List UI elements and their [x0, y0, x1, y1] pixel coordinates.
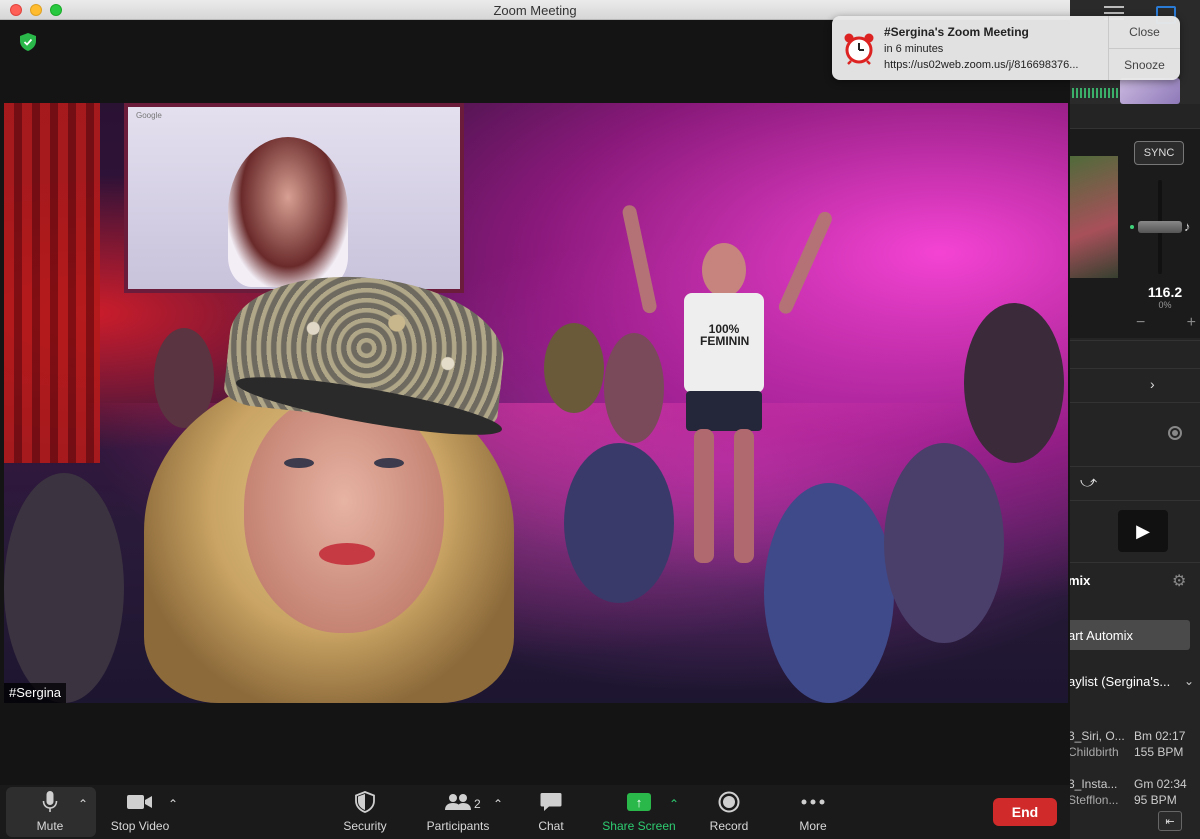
divider	[1068, 402, 1200, 403]
share-screen-label: Share Screen	[602, 819, 676, 833]
notification-snooze-button[interactable]: Snooze	[1109, 48, 1180, 80]
playlist-selector[interactable]: aylist (Sergina's...	[1068, 674, 1170, 689]
divider	[1068, 562, 1200, 563]
background-dj-app: SYNC ♪ 116.2 0% − + › ⤻ ▶ mix ⚙ art Auto…	[1068, 0, 1200, 839]
divider	[1068, 500, 1200, 501]
waveform	[1068, 88, 1128, 98]
crowd-person	[4, 473, 124, 703]
pitch-fader-knob[interactable]	[1138, 221, 1182, 233]
status-dot-icon	[1130, 225, 1134, 229]
music-note-icon[interactable]: ♪	[1184, 219, 1191, 234]
notification-close-button[interactable]: Close	[1109, 16, 1180, 48]
chevron-right-icon[interactable]: ›	[1150, 376, 1155, 392]
gear-icon[interactable]: ⚙	[1172, 571, 1186, 591]
encryption-shield-icon[interactable]	[20, 33, 36, 51]
more-button[interactable]: More	[790, 785, 836, 839]
security-button[interactable]: Security	[335, 785, 395, 839]
track-bpm: 155 BPM	[1134, 745, 1184, 759]
more-dots-icon	[801, 799, 825, 805]
stop-video-button[interactable]: Stop Video	[102, 785, 178, 839]
chat-label: Chat	[538, 819, 564, 833]
participants-label: Participants	[426, 819, 490, 833]
shirt-text: 100% FEMININ	[700, 322, 750, 348]
share-screen-button[interactable]: ↑ Share Screen	[598, 785, 680, 839]
track-key-duration: Gm 02:34	[1134, 777, 1187, 791]
record-button[interactable]: Record	[704, 785, 754, 839]
notification-actions: Close Snooze	[1108, 16, 1180, 80]
microphone-icon	[42, 791, 58, 812]
audio-options-caret-icon[interactable]: ⌃	[78, 797, 88, 811]
alarm-clock-icon	[844, 33, 874, 65]
participant-name-label: #Sergina	[4, 683, 67, 703]
more-label: More	[799, 819, 827, 833]
share-screen-arrow-icon: ↑	[627, 793, 651, 811]
participant-video	[134, 264, 604, 703]
chat-bubble-icon	[540, 793, 562, 811]
sync-button[interactable]: SYNC	[1134, 141, 1184, 165]
track-title: 3_Siri, O...	[1068, 729, 1125, 743]
projection-screen: Google	[124, 103, 464, 293]
participants-icon	[445, 794, 471, 810]
notification-time: in 6 minutes	[884, 43, 944, 55]
screen-text: Google	[136, 111, 162, 120]
bpm-readout: 116.2	[1147, 284, 1183, 300]
calendar-notification[interactable]: #Sergina's Zoom Meeting in 6 minutes htt…	[832, 16, 1180, 80]
mute-button[interactable]: Mute	[20, 785, 80, 839]
minus-icon[interactable]: −	[1136, 314, 1145, 332]
track-title: 3_Insta...	[1068, 777, 1118, 791]
security-label: Security	[343, 819, 387, 833]
deck-artwork-top	[1120, 78, 1180, 104]
crowd-person	[964, 303, 1064, 463]
track-bpm: 95 BPM	[1134, 793, 1177, 807]
end-meeting-button[interactable]: End	[993, 798, 1057, 826]
pitch-readout: 0%	[1158, 300, 1172, 310]
chevron-down-icon[interactable]: ⌄	[1184, 674, 1194, 688]
divider	[1068, 368, 1200, 369]
crowd-person	[884, 443, 1004, 643]
crowd-person	[604, 333, 664, 443]
start-automix-button[interactable]: art Automix	[1068, 620, 1190, 650]
notification-title: #Sergina's Zoom Meeting	[884, 25, 1029, 39]
stop-video-label: Stop Video	[110, 819, 170, 833]
video-camera-icon	[127, 795, 152, 809]
exit-panel-icon[interactable]: ⇤	[1158, 811, 1182, 831]
deck-artwork	[1068, 156, 1118, 278]
record-icon	[718, 791, 740, 813]
plus-icon[interactable]: +	[1187, 314, 1196, 332]
projected-figure	[228, 137, 348, 287]
participants-count: 2	[474, 797, 481, 811]
record-target-icon[interactable]	[1168, 426, 1182, 440]
play-button[interactable]: ▶	[1118, 510, 1168, 552]
meeting-toolbar: Mute ⌃ Stop Video ⌃ Security Participant…	[0, 785, 1070, 839]
track-artist: Stefflon...	[1068, 793, 1119, 807]
share-options-caret-icon[interactable]: ⌃	[669, 797, 679, 811]
mute-label: Mute	[36, 819, 64, 833]
automix-section-title: mix	[1068, 573, 1091, 588]
record-label: Record	[709, 819, 749, 833]
chat-button[interactable]: Chat	[528, 785, 574, 839]
notification-url[interactable]: https://us02web.zoom.us/j/816698376...	[884, 59, 1078, 71]
video-options-caret-icon[interactable]: ⌃	[168, 797, 178, 811]
dancing-performer: 100% FEMININ	[621, 203, 835, 563]
track-key-duration: Bm 02:17	[1134, 729, 1186, 743]
loop-arrow-icon[interactable]: ⤻	[1080, 474, 1097, 492]
security-shield-icon	[355, 791, 375, 813]
participants-button[interactable]: Participants	[420, 785, 496, 839]
divider	[1068, 340, 1200, 341]
participants-options-caret-icon[interactable]: ⌃	[493, 797, 503, 811]
zoom-window: Zoom Meeting Google 100% FEMININ #Sergin…	[0, 0, 1070, 839]
pitch-adjust: − +	[1136, 314, 1196, 332]
track-artist: Childbirth	[1068, 745, 1119, 759]
divider	[1068, 466, 1200, 467]
video-feed[interactable]: Google 100% FEMININ	[4, 103, 1068, 703]
